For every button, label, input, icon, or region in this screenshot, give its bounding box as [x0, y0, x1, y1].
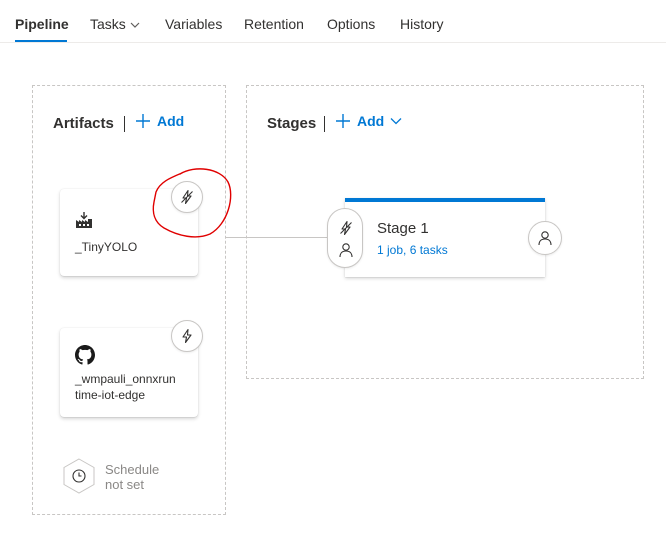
tab-retention[interactable]: Retention: [244, 16, 304, 32]
pre-deployment-conditions[interactable]: [327, 208, 363, 268]
artifacts-title: Artifacts: [53, 115, 114, 132]
artifact-trigger-button[interactable]: [171, 320, 203, 352]
tab-pipeline[interactable]: Pipeline: [15, 16, 69, 32]
add-artifact-button[interactable]: Add: [135, 113, 184, 129]
annotation-circle: [152, 168, 232, 238]
stage-status-bar: [345, 198, 545, 202]
plus-icon: [136, 114, 150, 128]
artifact-stage-connector: [226, 237, 330, 238]
chevron-down-icon: [130, 22, 140, 29]
artifacts-separator: [124, 116, 125, 132]
schedule-line2: not set: [105, 477, 145, 492]
chevron-down-icon: [390, 118, 402, 125]
tab-options[interactable]: Options: [327, 16, 375, 32]
artifact-name-line2: time-iot-edge: [75, 388, 146, 402]
artifact-name-line1: _wmpauli_onnxrun: [75, 372, 176, 386]
artifact-name: _TinyYOLO: [75, 240, 138, 254]
nav-divider: [0, 42, 666, 43]
schedule-line1: Schedule: [105, 462, 160, 477]
add-stage-label: Add: [357, 113, 385, 129]
schedule-clock-icon[interactable]: [62, 458, 96, 494]
tab-history[interactable]: History: [400, 16, 444, 32]
stage-tasks-link[interactable]: 1 job, 6 tasks: [377, 243, 448, 257]
stages-title: Stages: [267, 115, 317, 132]
lightning-icon: [182, 328, 192, 344]
artifacts-panel: [32, 85, 226, 515]
lightning-disabled-icon[interactable]: [338, 220, 354, 236]
stages-separator: [324, 116, 325, 132]
stage-card[interactable]: Stage 1 1 job, 6 tasks: [345, 198, 545, 277]
add-stage-button[interactable]: Add: [335, 113, 402, 129]
schedule-status: Schedule not set: [105, 462, 159, 492]
post-deployment-approvals-button[interactable]: [528, 221, 562, 255]
tab-tasks[interactable]: Tasks: [90, 16, 140, 32]
person-icon: [538, 231, 552, 246]
tab-tasks-label: Tasks: [90, 16, 126, 32]
stage-name[interactable]: Stage 1: [377, 220, 429, 237]
person-icon[interactable]: [338, 242, 354, 258]
tab-variables[interactable]: Variables: [165, 16, 222, 32]
plus-icon: [336, 114, 350, 128]
build-artifact-icon: [76, 212, 92, 228]
add-artifact-label: Add: [157, 113, 185, 129]
github-icon: [75, 345, 95, 365]
